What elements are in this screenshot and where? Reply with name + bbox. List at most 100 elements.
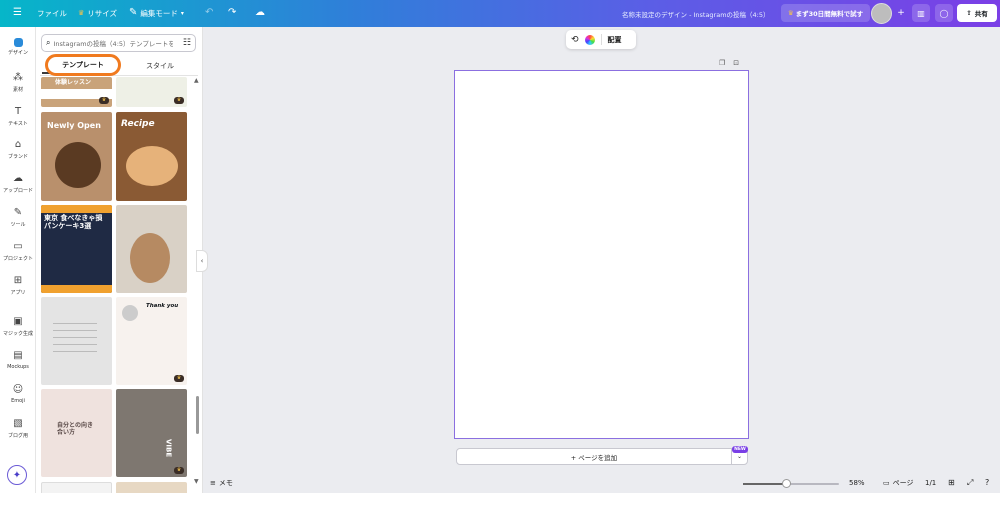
- top-bar: ☰ ファイル ♛ リサイズ ✎ 編集モード ▾ ↶ ↷ ☁ 名称未設定のデザイン…: [0, 0, 1000, 27]
- resize-label: リサイズ: [87, 8, 118, 18]
- template-thumbnail[interactable]: Recipe: [116, 112, 187, 201]
- tools-icon: ✎: [13, 207, 23, 218]
- template-thumbnail[interactable]: Thank you ♛: [116, 297, 187, 385]
- collapse-panel-button[interactable]: ‹: [196, 250, 208, 272]
- template-panel: ⌕ Instagramの投稿（4:5）テンプレートを ☷ テンプレート スタイル…: [36, 27, 203, 523]
- rail-item-upload[interactable]: ☁ アップロード: [0, 173, 36, 194]
- rail-item-brand[interactable]: ⌂ ブランド: [0, 139, 36, 160]
- template-thumbnail[interactable]: Newly Open: [41, 112, 112, 201]
- tab-template[interactable]: テンプレート: [45, 54, 121, 76]
- thumbnail-photo: [55, 142, 101, 188]
- arrange-button[interactable]: 配置: [608, 35, 622, 45]
- menu-button[interactable]: ☰: [8, 3, 27, 23]
- resize-button[interactable]: ♛ リサイズ: [73, 3, 122, 23]
- add-page-icon[interactable]: ⊡: [733, 59, 739, 67]
- rail-item-tools[interactable]: ✎ ツール: [0, 207, 36, 228]
- pages-button[interactable]: ▭ ページ: [883, 478, 914, 488]
- ai-refresh-icon[interactable]: ⟲: [571, 35, 579, 45]
- design-icon: [13, 38, 23, 47]
- zoom-value[interactable]: 58%: [849, 479, 865, 487]
- avatar[interactable]: [871, 3, 892, 24]
- notes-button[interactable]: ≡ メモ: [210, 478, 233, 488]
- template-thumbnail[interactable]: [41, 297, 112, 385]
- redo-button[interactable]: ↷: [223, 3, 241, 23]
- zoom-slider-fill: [743, 483, 787, 485]
- rail-item-mockups[interactable]: ▤ Mockups: [0, 350, 36, 370]
- grid-view-icon[interactable]: ⊞: [948, 478, 955, 487]
- rail-label: 素材: [12, 87, 23, 93]
- left-rail: デザイン ⁂ 素材 T テキスト ⌂ ブランド ☁ アップロード ✎ ツール ▭…: [0, 27, 36, 523]
- blog-icon: ▧: [13, 418, 23, 429]
- new-badge: NEW: [732, 446, 748, 453]
- emoji-icon: ☺: [12, 384, 24, 395]
- file-menu-label: ファイル: [37, 8, 67, 18]
- thumbnail-text: 体験レッスン: [55, 79, 92, 86]
- help-icon[interactable]: ?: [985, 478, 989, 487]
- zoom-slider-handle[interactable]: [781, 479, 791, 488]
- template-grid: 体験レッスン ♛ ♛ Newly Open Recipe 東京 食べなきゃ損 パ…: [41, 77, 191, 523]
- cloud-check-icon: ☁: [255, 7, 265, 18]
- color-wheel-icon[interactable]: [584, 34, 595, 45]
- filter-icon[interactable]: ☷: [183, 38, 191, 48]
- rail-item-design[interactable]: デザイン: [0, 38, 36, 56]
- rail-item-magic[interactable]: ▣ マジック生成: [0, 316, 36, 337]
- add-collaborator-button[interactable]: +: [892, 4, 910, 22]
- rail-item-projects[interactable]: ▭ プロジェクト: [0, 241, 36, 262]
- share-button[interactable]: ⇪ 共有: [957, 4, 997, 22]
- rail-item-text[interactable]: T テキスト: [0, 106, 36, 127]
- duplicate-page-icon[interactable]: ❐: [719, 59, 725, 67]
- rail-label: マジック生成: [2, 331, 33, 337]
- thumbnail-text: 東京 食べなきゃ損 パンケーキ3選: [44, 214, 103, 230]
- thumbnail-topbar: [41, 205, 112, 213]
- pages-label: ページ: [892, 479, 914, 487]
- template-thumbnail[interactable]: 東京 食べなきゃ損 パンケーキ3選: [41, 205, 112, 293]
- folder-icon: ▭: [13, 241, 23, 252]
- rail-label: アプリ: [10, 290, 26, 296]
- add-page-button[interactable]: + ページを追加: [456, 448, 732, 465]
- insights-button[interactable]: ▥: [912, 4, 930, 22]
- fullscreen-icon[interactable]: ⤢: [967, 478, 973, 488]
- undo-button[interactable]: ↶: [200, 3, 218, 23]
- crown-icon: ♛: [787, 9, 794, 17]
- thumbnail-lines: [53, 317, 97, 357]
- scroll-down-arrow[interactable]: ▼: [194, 478, 199, 485]
- comments-button[interactable]: ◯: [935, 4, 953, 22]
- notes-icon: ≡: [210, 479, 216, 487]
- zoom-slider[interactable]: [743, 479, 839, 488]
- template-thumbnail[interactable]: 自分との向き合い方: [41, 389, 112, 477]
- tab-style[interactable]: スタイル: [146, 61, 174, 71]
- pages-icon: ▭: [883, 479, 890, 487]
- elements-icon: ⁂: [13, 72, 23, 83]
- search-input[interactable]: Instagramの投稿（4:5）テンプレートを: [53, 38, 173, 48]
- thumbnail-text: 自分との向き合い方: [57, 422, 93, 436]
- magic-icon: ▣: [13, 316, 23, 327]
- template-thumbnail[interactable]: ♛: [116, 77, 187, 107]
- crown-icon: ♛: [174, 375, 184, 382]
- scroll-up-arrow[interactable]: ▲: [194, 77, 199, 84]
- thumbnail-text: Newly Open: [47, 121, 101, 130]
- canvas-page[interactable]: [454, 70, 749, 439]
- plus-icon: +: [897, 8, 905, 18]
- thumbnail-text: VIBE: [164, 439, 173, 458]
- document-title[interactable]: 名称未設定のデザイン - Instagramの投稿（4:5）: [622, 9, 770, 19]
- edit-mode-dropdown[interactable]: ✎ 編集モード ▾: [124, 3, 189, 23]
- footer-strip: [0, 493, 1000, 523]
- template-thumbnail[interactable]: [116, 205, 187, 293]
- free-trial-button[interactable]: ♛ まず30日間無料で試す: [781, 4, 870, 22]
- rail-label: ブランド: [7, 154, 28, 160]
- file-menu-button[interactable]: ファイル: [32, 3, 72, 23]
- template-search[interactable]: ⌕ Instagramの投稿（4:5）テンプレートを ☷: [41, 34, 196, 52]
- rail-item-emoji[interactable]: ☺ Emoji: [0, 384, 36, 404]
- rail-label: プロジェクト: [2, 256, 33, 262]
- cloud-save-button[interactable]: ☁: [250, 3, 270, 23]
- rail-item-apps[interactable]: ⊞ アプリ: [0, 275, 36, 296]
- bottom-bar: ≡ メモ 58% ▭ ページ 1/1 ⊞ ⤢ ?: [203, 474, 1000, 493]
- template-thumbnail[interactable]: VIBE ♛: [116, 389, 187, 477]
- crown-icon: ♛: [99, 97, 109, 104]
- rail-item-blog[interactable]: ▧ ブログ用: [0, 418, 36, 439]
- magic-assistant-button[interactable]: ✦: [7, 465, 27, 485]
- rail-item-elements[interactable]: ⁂ 素材: [0, 72, 36, 93]
- free-trial-label: まず30日間無料で試す: [795, 10, 864, 18]
- panel-scrollbar[interactable]: [196, 396, 199, 434]
- template-thumbnail[interactable]: 体験レッスン ♛: [41, 77, 112, 107]
